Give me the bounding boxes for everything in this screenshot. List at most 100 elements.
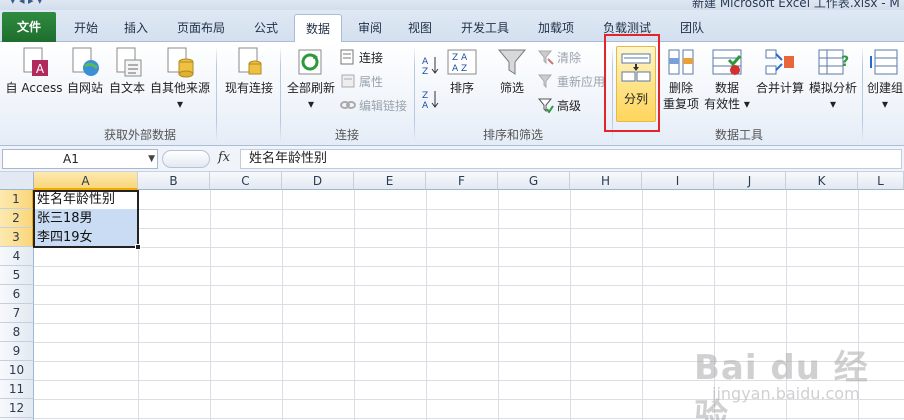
group-icon xyxy=(869,46,901,78)
select-all-corner[interactable] xyxy=(0,172,34,190)
properties-button[interactable]: 属性 xyxy=(340,72,383,92)
sort-za-icon: ZA xyxy=(420,88,440,111)
column-header-c[interactable]: C xyxy=(210,172,282,190)
quick-access-toolbar[interactable]: ▾ ◂ ▸ ▾ xyxy=(10,0,43,7)
row-header-7[interactable]: 7 xyxy=(0,304,34,323)
from-access-button[interactable]: A 自 Access xyxy=(4,46,64,96)
funnel-icon xyxy=(496,46,528,78)
what-if-analysis-button[interactable]: ? 模拟分析 ▾ xyxy=(806,46,860,112)
sort-descending-button[interactable]: ZA xyxy=(420,88,442,111)
formula-input[interactable]: 姓名年龄性别 xyxy=(240,149,902,169)
reapply-icon xyxy=(537,73,554,89)
edit-links-button[interactable]: 编辑链接 xyxy=(340,96,407,116)
gridline xyxy=(570,190,571,420)
window-title: 新建 Microsoft Excel 工作表.xlsx - M xyxy=(692,0,900,10)
from-other-sources-button[interactable]: 自其他来源 ▾ xyxy=(150,46,210,112)
gridline xyxy=(34,285,904,286)
baidu-watermark: Bai du 经验 jingyan.baidu.com xyxy=(694,348,869,420)
filter-button[interactable]: 筛选 xyxy=(494,46,530,96)
row-header-11[interactable]: 11 xyxy=(0,380,34,399)
row-header-10[interactable]: 10 xyxy=(0,361,34,380)
web-icon xyxy=(69,46,101,78)
column-header-h[interactable]: H xyxy=(570,172,642,190)
gridline xyxy=(282,190,283,420)
row-header-2[interactable]: 2 xyxy=(0,209,34,228)
tab-home[interactable]: 开始 xyxy=(64,14,108,42)
separator xyxy=(280,46,281,142)
reapply-button[interactable]: 重新应用 xyxy=(537,72,605,92)
column-header-j[interactable]: J xyxy=(714,172,786,190)
column-header-l[interactable]: L xyxy=(858,172,904,190)
existing-connection-icon xyxy=(233,46,265,78)
column-header-g[interactable]: G xyxy=(498,172,570,190)
sort-az-icon: AZ xyxy=(420,54,440,77)
connections-button[interactable]: 连接 xyxy=(340,48,383,68)
gridline xyxy=(210,190,211,420)
data-validation-button[interactable]: 数据 有效性 ▾ xyxy=(704,46,750,112)
connections-icon xyxy=(340,49,356,65)
sort-button[interactable]: Z AA Z 排序 xyxy=(444,46,480,96)
column-header-a[interactable]: A xyxy=(34,172,138,190)
gridline xyxy=(34,266,904,267)
column-header-e[interactable]: E xyxy=(354,172,426,190)
svg-text:A: A xyxy=(422,101,429,110)
data-validation-icon xyxy=(711,46,743,78)
refresh-icon xyxy=(295,46,327,78)
column-header-f[interactable]: F xyxy=(426,172,498,190)
clear-filter-button[interactable]: 清除 xyxy=(537,48,581,68)
chevron-down-icon[interactable]: ▼ xyxy=(148,150,155,168)
row-header-3[interactable]: 3 xyxy=(0,228,34,247)
insert-function-icon[interactable]: fx xyxy=(218,150,230,165)
svg-text:Z: Z xyxy=(422,91,428,101)
row-header-5[interactable]: 5 xyxy=(0,266,34,285)
row-header-9[interactable]: 9 xyxy=(0,342,34,361)
name-box[interactable]: A1 ▼ xyxy=(2,149,158,169)
row-header-8[interactable]: 8 xyxy=(0,323,34,342)
row-header-1[interactable]: 1 xyxy=(0,190,34,209)
tab-data[interactable]: 数据 xyxy=(294,14,342,43)
from-text-button[interactable]: 自文本 xyxy=(106,46,148,96)
remove-duplicates-button[interactable]: 删除 重复项 xyxy=(660,46,702,112)
gridline xyxy=(34,228,904,229)
column-header-i[interactable]: I xyxy=(642,172,714,190)
refresh-all-button[interactable]: 全部刷新 ▾ xyxy=(284,46,338,112)
tab-file[interactable]: 文件 xyxy=(2,12,56,42)
consolidate-button[interactable]: 合并计算 xyxy=(752,46,808,96)
ribbon-tabs: 文件 开始 插入 页面布局 公式 数据 审阅 视图 开发工具 加载项 负载测试 … xyxy=(0,10,904,43)
what-if-icon: ? xyxy=(817,46,849,78)
tab-view[interactable]: 视图 xyxy=(398,14,442,42)
link-icon xyxy=(340,97,356,113)
row-header-4[interactable]: 4 xyxy=(0,247,34,266)
svg-text:A: A xyxy=(422,57,429,67)
advanced-filter-button[interactable]: 高级 xyxy=(537,96,581,116)
chevron-down-icon: ▾ xyxy=(307,97,315,111)
existing-connections-button[interactable]: 现有连接 xyxy=(222,46,276,96)
column-header-k[interactable]: K xyxy=(786,172,858,190)
group-label-connections: 连接 xyxy=(334,128,359,142)
tab-insert[interactable]: 插入 xyxy=(114,14,158,42)
gridline xyxy=(642,190,643,420)
column-header-b[interactable]: B xyxy=(138,172,210,190)
tab-developer[interactable]: 开发工具 xyxy=(452,14,518,42)
formula-bar-resize-handle[interactable] xyxy=(162,150,210,168)
row-header-12[interactable]: 12 xyxy=(0,399,34,418)
tab-addins[interactable]: 加载项 xyxy=(528,14,584,42)
highlight-annotation xyxy=(604,34,660,132)
tab-review[interactable]: 审阅 xyxy=(348,14,392,42)
sort-ascending-button[interactable]: AZ xyxy=(420,54,442,77)
tab-page-layout[interactable]: 页面布局 xyxy=(166,14,236,42)
tab-team[interactable]: 团队 xyxy=(670,14,714,42)
separator xyxy=(414,46,415,142)
gridline xyxy=(34,304,904,305)
gridline xyxy=(426,190,427,420)
database-icon xyxy=(164,46,196,78)
column-header-d[interactable]: D xyxy=(282,172,354,190)
from-web-button[interactable]: 自网站 xyxy=(64,46,106,96)
group-button[interactable]: 创建组 ▾ xyxy=(866,46,904,112)
group-label-sort-filter: 排序和筛选 xyxy=(482,128,543,142)
chevron-down-icon: ▾ xyxy=(740,97,750,111)
row-header-6[interactable]: 6 xyxy=(0,285,34,304)
fill-handle[interactable] xyxy=(135,244,141,250)
svg-text:Z: Z xyxy=(422,67,428,76)
tab-formulas[interactable]: 公式 xyxy=(244,14,288,42)
